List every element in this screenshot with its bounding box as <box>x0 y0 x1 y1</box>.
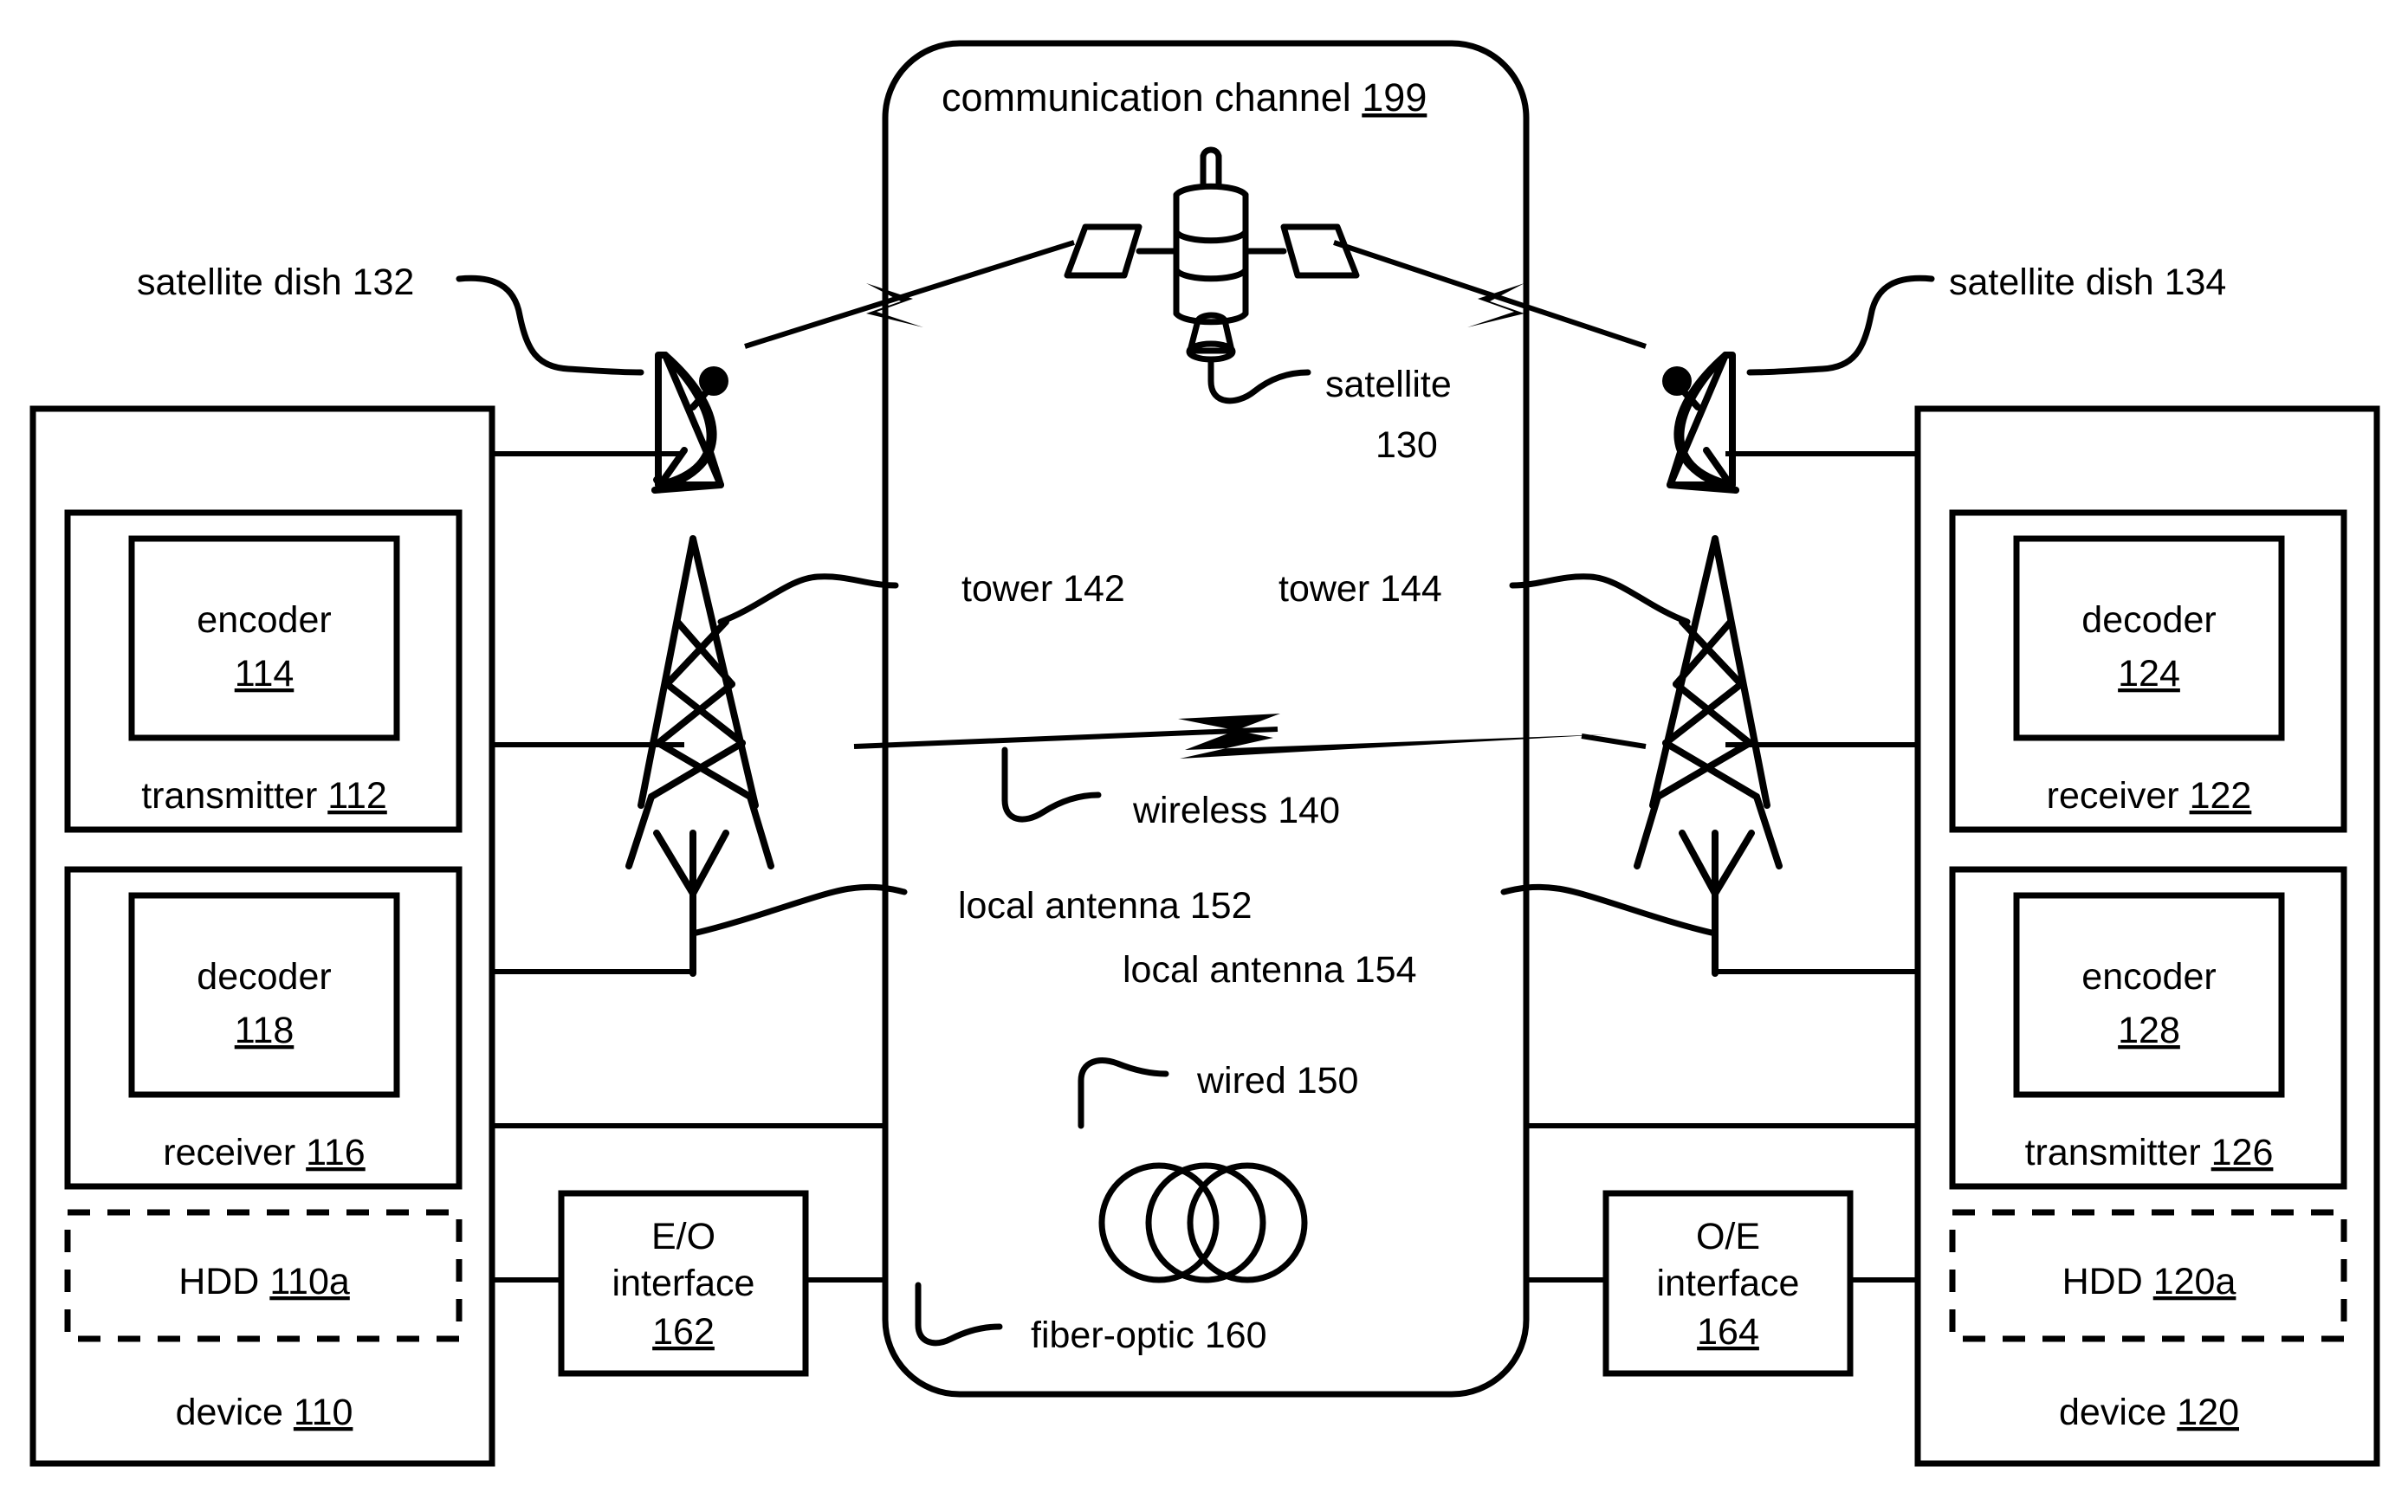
fiber-optic-160-label: fiber-optic 160 <box>1031 1315 1267 1356</box>
device-120-label: device 120 <box>2059 1392 2239 1433</box>
antenna154-prong-left <box>1712 830 1755 897</box>
tower142-brace-1a <box>674 618 735 688</box>
oe-interface-164-line1: O/E <box>1696 1216 1760 1257</box>
tower-144-label: tower 144 <box>1278 568 1442 610</box>
satellite-130-label-line1: satellite <box>1325 364 1452 405</box>
encoder-114-ref: 114 <box>235 653 295 695</box>
antenna-icon-152[interactable] <box>653 830 729 977</box>
tower142-brace-2b <box>655 681 735 746</box>
antenna-icon-154[interactable] <box>1679 830 1755 977</box>
local-antenna-154-leader <box>1500 883 1719 937</box>
wireless-beam-2 <box>1581 733 1647 749</box>
decoder-124-label: decoder <box>2081 599 2216 641</box>
tower142-brace-3b <box>648 740 746 800</box>
tower144-brace-1a <box>1673 618 1734 688</box>
transmitter-112-label: transmitter 112 <box>141 775 387 817</box>
decoder-118-label: decoder <box>197 956 331 998</box>
hdd-120a-label: HDD 120a <box>2062 1261 2236 1302</box>
tower144-brace-3b <box>1662 740 1760 800</box>
satellite-dish-134-leader <box>1746 275 1935 376</box>
local-antenna-154-label: local antenna 154 <box>1123 949 1417 991</box>
tower142-leg-left <box>638 535 696 809</box>
device-110-group: encoder 114 transmitter 112 decoder 118 … <box>29 405 495 1467</box>
tower-142-leader <box>717 573 899 625</box>
figure-canvas: communication channel 199 encoder 114 tr… <box>29 40 2380 1467</box>
oe-interface-164-line2: interface <box>1657 1263 1800 1304</box>
local-antenna-152-label: local antenna 152 <box>958 885 1253 927</box>
decoder-124-ref: 124 <box>2118 653 2180 695</box>
eo-interface-162-group[interactable]: E/O interface 162 <box>558 1190 809 1377</box>
device-120-group: decoder 124 receiver 122 encoder 128 tra… <box>1914 405 2380 1467</box>
tower142-brace-3a <box>655 740 754 800</box>
tower144-brace-2b <box>1673 681 1753 746</box>
tower144-foot-right <box>1634 793 1661 869</box>
tower142-foot-right <box>747 793 774 869</box>
patent-figure: communication channel 199 encoder 114 tr… <box>0 0 2408 1512</box>
satellite-dish-feed-right <box>1662 366 1692 396</box>
receiver-122-label: receiver 122 <box>2047 775 2252 817</box>
satellite-130-label-line2: 130 <box>1376 424 1438 466</box>
satellite-dish-base-left <box>653 476 663 488</box>
tower144-brace-3a <box>1654 740 1753 800</box>
satellite-dish-132-label: satellite dish 132 <box>137 262 414 303</box>
encoder-114-label: encoder <box>197 599 331 641</box>
radio-tower-icon-144[interactable] <box>1634 535 1783 869</box>
tower-142-label: tower 142 <box>961 568 1125 610</box>
eo-interface-162-line2: interface <box>612 1263 755 1304</box>
antenna152-prong-right <box>689 830 729 897</box>
local-antenna-152-leader <box>689 883 908 937</box>
satellite-dish-134-label: satellite dish 134 <box>1949 262 2226 303</box>
radio-tower-icon-142[interactable] <box>625 535 774 869</box>
oe-interface-164-ref: 164 <box>1697 1311 1759 1353</box>
antenna152-prong-left <box>653 830 696 897</box>
encoder-128-ref: 128 <box>2118 1010 2180 1051</box>
hdd-110a-label: HDD 110a <box>178 1261 350 1302</box>
satellite-dish-icon-132[interactable] <box>651 352 728 494</box>
satellite-dish-icon-134[interactable] <box>1662 352 1739 494</box>
tower144-leg-left <box>1712 535 1770 809</box>
device-110-label: device 110 <box>176 1392 353 1433</box>
oe-interface-164-group[interactable]: O/E interface 164 <box>1602 1190 1854 1377</box>
transmitter-126-label: transmitter 126 <box>2025 1132 2274 1173</box>
satellite-dish-feed-left <box>699 366 728 396</box>
receiver-116-label: receiver 116 <box>163 1132 365 1173</box>
wired-150-label: wired 150 <box>1196 1060 1358 1102</box>
encoder-128-label: encoder <box>2081 956 2216 998</box>
decoder-118-ref: 118 <box>235 1010 295 1051</box>
eo-interface-162-line1: E/O <box>651 1216 715 1257</box>
tower-144-leader <box>1509 573 1691 625</box>
satellite-dish-132-leader <box>456 275 644 376</box>
communication-channel-label: communication channel 199 <box>942 75 1427 120</box>
wireless-140-label: wireless 140 <box>1132 790 1340 831</box>
eo-interface-162-ref: 162 <box>652 1311 715 1353</box>
antenna154-prong-right <box>1679 830 1719 897</box>
